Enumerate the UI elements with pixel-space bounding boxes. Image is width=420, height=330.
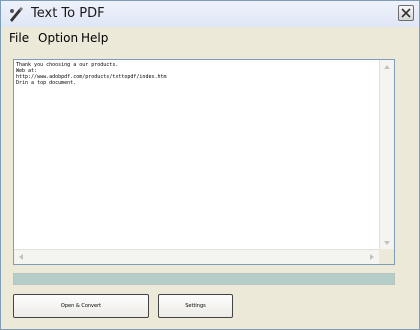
title-bar[interactable]: Text To PDF <box>1 1 419 27</box>
scroll-left-icon[interactable] <box>19 254 23 260</box>
app-window: Text To PDF File Option Help Thank you c… <box>0 0 420 330</box>
close-icon <box>401 8 411 18</box>
menu-bar: File Option Help <box>1 29 419 47</box>
open-convert-button[interactable]: Open & Convert <box>13 294 149 318</box>
horizontal-scrollbar[interactable] <box>14 249 379 264</box>
menu-file[interactable]: File <box>9 31 29 45</box>
settings-button[interactable]: Settings <box>158 294 233 318</box>
window-title: Text To PDF <box>31 6 105 21</box>
editor-line: Drin a top document. <box>16 80 77 86</box>
text-editor[interactable]: Thank you choosing a our products. Web at… <box>13 59 395 265</box>
pen-icon <box>7 5 25 23</box>
menu-option[interactable]: Option <box>38 31 78 45</box>
progress-bar <box>13 273 395 285</box>
scrollbar-corner <box>379 249 394 264</box>
close-button[interactable] <box>398 5 414 21</box>
vertical-scrollbar[interactable] <box>379 60 394 250</box>
scroll-up-icon[interactable] <box>384 65 390 69</box>
menu-help[interactable]: Help <box>81 31 108 45</box>
progress-fill <box>14 274 394 284</box>
editor-content[interactable]: Thank you choosing a our products. Web at… <box>16 62 378 86</box>
scroll-down-icon[interactable] <box>384 241 390 245</box>
scroll-right-icon[interactable] <box>370 254 374 260</box>
